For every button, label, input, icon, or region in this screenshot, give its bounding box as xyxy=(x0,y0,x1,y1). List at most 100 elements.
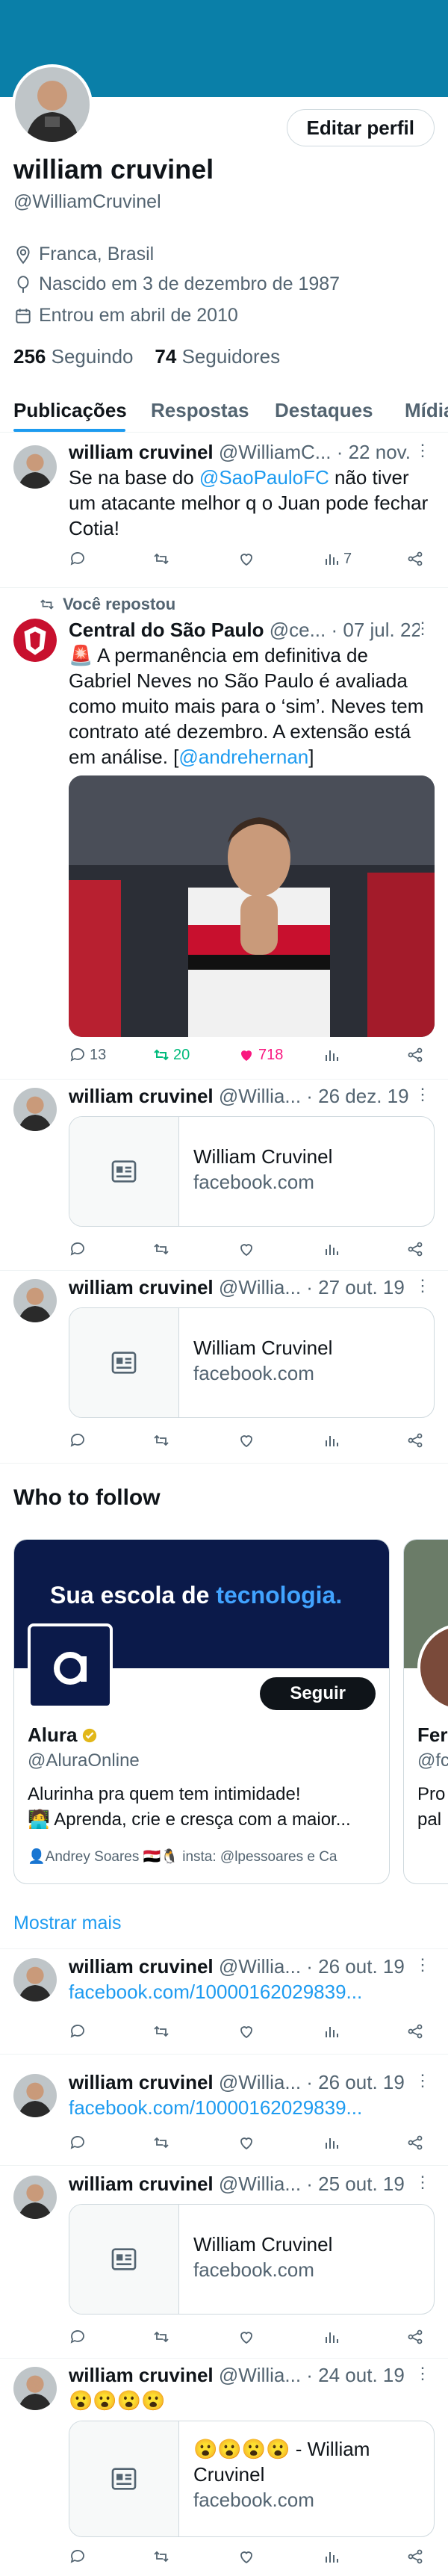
views-icon[interactable] xyxy=(323,2548,340,2566)
tab-highlights[interactable]: Destaques xyxy=(275,399,373,422)
views-icon[interactable] xyxy=(323,1431,340,1449)
views-icon[interactable] xyxy=(323,2134,340,2152)
share-icon[interactable] xyxy=(406,1431,424,1449)
repost-icon[interactable] xyxy=(152,2548,170,2566)
share-icon[interactable] xyxy=(406,2134,424,2152)
avatar[interactable] xyxy=(13,619,57,662)
views-icon[interactable]: 7 xyxy=(323,550,352,568)
share-icon[interactable] xyxy=(406,2548,424,2566)
post[interactable]: william cruvinel @Willia... · 24 out. 19… xyxy=(0,2358,448,2576)
follow-button[interactable]: Seguir xyxy=(260,1677,376,1710)
share-icon[interactable] xyxy=(406,1240,424,1258)
like-icon[interactable]: 718 xyxy=(237,1046,283,1064)
repost-icon[interactable]: 20 xyxy=(152,1046,190,1064)
link-card[interactable]: William Cruvinel facebook.com xyxy=(69,1116,435,1227)
like-icon[interactable] xyxy=(237,1431,255,1449)
suggestion-followed-by: 👤Andrey Soares 🇪🇬🐧 insta: @lpessoares e … xyxy=(28,1849,337,1865)
reply-icon[interactable] xyxy=(69,2548,87,2566)
post-header: william cruvinel @Willia... · 26 out. 19 xyxy=(69,1955,405,1978)
post-actions xyxy=(69,1431,427,1454)
alura-logo[interactable] xyxy=(28,1623,113,1709)
repost-icon[interactable] xyxy=(152,2134,170,2152)
share-icon[interactable] xyxy=(406,1046,424,1064)
share-icon[interactable] xyxy=(406,2022,424,2040)
repost-icon[interactable] xyxy=(152,2022,170,2040)
like-icon[interactable] xyxy=(237,2548,255,2566)
more-icon[interactable]: ⋮ xyxy=(414,619,432,638)
avatar[interactable] xyxy=(13,445,57,489)
show-more-link[interactable]: Mostrar mais xyxy=(13,1913,121,1934)
more-icon[interactable]: ⋮ xyxy=(414,1085,432,1104)
more-icon[interactable]: ⋮ xyxy=(414,2173,432,2192)
mention-link[interactable]: @andrehernan xyxy=(178,746,308,768)
post[interactable]: william cruvinel @Willia... · 26 dez. 19… xyxy=(0,1079,448,1271)
post-actions xyxy=(69,2022,427,2045)
following-link[interactable]: 256 Seguindo xyxy=(13,345,134,368)
card-domain: facebook.com xyxy=(193,2258,314,2281)
repost-icon[interactable] xyxy=(152,2328,170,2346)
tab-posts[interactable]: Publicações xyxy=(13,399,127,422)
repost-icon[interactable] xyxy=(152,1240,170,1258)
post-actions xyxy=(69,2328,427,2350)
link-card[interactable]: William Cruvinel facebook.com xyxy=(69,1307,435,1418)
views-icon[interactable] xyxy=(323,1240,340,1258)
post-photo[interactable] xyxy=(69,775,435,1037)
avatar[interactable] xyxy=(13,2176,57,2219)
follow-suggestion-card[interactable]: Fer @fc Pro pal xyxy=(403,1539,448,1884)
repost-icon[interactable] xyxy=(152,1431,170,1449)
post-link[interactable]: facebook.com/10000162029839... xyxy=(69,1979,435,2004)
more-icon[interactable]: ⋮ xyxy=(414,2364,432,2383)
link-card[interactable]: 😮😮😮😮 - William Cruvinel facebook.com xyxy=(69,2421,435,2537)
views-icon[interactable] xyxy=(323,2328,340,2346)
like-icon[interactable] xyxy=(237,1240,255,1258)
reply-icon[interactable] xyxy=(69,1431,87,1449)
avatar[interactable] xyxy=(13,1088,57,1131)
more-icon[interactable]: ⋮ xyxy=(414,2071,432,2090)
avatar[interactable] xyxy=(13,2367,57,2410)
more-icon[interactable]: ⋮ xyxy=(414,1276,432,1295)
reply-icon[interactable] xyxy=(69,2022,87,2040)
follow-suggestion-card[interactable]: Sua escola de tecnologia. Seguir Alura @… xyxy=(13,1539,390,1884)
who-to-follow-title: Who to follow xyxy=(13,1485,161,1510)
balloon-icon xyxy=(17,275,29,293)
mention-link[interactable]: @SaoPauloFC xyxy=(199,466,329,489)
verified-badge-icon xyxy=(83,1728,97,1742)
like-icon[interactable] xyxy=(237,2134,255,2152)
like-icon[interactable] xyxy=(237,2328,255,2346)
post-link[interactable]: facebook.com/10000162029839... xyxy=(69,2095,435,2120)
like-icon[interactable] xyxy=(237,550,255,568)
repost-icon[interactable] xyxy=(152,550,170,568)
post[interactable]: Você repostou Central do São Paulo @ce..… xyxy=(0,587,448,1080)
tab-replies[interactable]: Respostas xyxy=(151,399,249,422)
tab-media[interactable]: Mídia xyxy=(405,399,448,422)
more-icon[interactable]: ⋮ xyxy=(414,441,432,460)
views-icon[interactable] xyxy=(323,1046,340,1064)
active-tab-indicator xyxy=(13,429,125,432)
post-actions: 13 20 718 xyxy=(69,1046,427,1068)
reply-icon[interactable]: 13 xyxy=(69,1046,106,1064)
avatar[interactable] xyxy=(13,2074,57,2117)
more-icon[interactable]: ⋮ xyxy=(414,1955,432,1975)
post[interactable]: william cruvinel @Willia... · 26 out. 19… xyxy=(0,1948,448,2055)
share-icon[interactable] xyxy=(406,2328,424,2346)
post[interactable]: william cruvinel @WilliamC... · 22 nov. … xyxy=(0,433,448,588)
reply-icon[interactable] xyxy=(69,2328,87,2346)
post[interactable]: william cruvinel @Willia... · 26 out. 19… xyxy=(0,2065,448,2166)
profile-avatar[interactable] xyxy=(12,64,93,145)
reply-icon[interactable] xyxy=(69,550,87,568)
post[interactable]: william cruvinel @Willia... · 27 out. 19… xyxy=(0,1270,448,1464)
reply-icon[interactable] xyxy=(69,1240,87,1258)
post[interactable]: william cruvinel @Willia... · 25 out. 19… xyxy=(0,2167,448,2359)
share-icon[interactable] xyxy=(406,550,424,568)
birth-text: Nascido em 3 de dezembro de 1987 xyxy=(39,273,340,294)
birth-row: Nascido em 3 de dezembro de 1987 xyxy=(13,273,340,295)
avatar[interactable] xyxy=(13,1958,57,2001)
reply-icon[interactable] xyxy=(69,2134,87,2152)
like-icon[interactable] xyxy=(237,2022,255,2040)
link-card[interactable]: William Cruvinel facebook.com xyxy=(69,2204,435,2315)
avatar[interactable] xyxy=(13,1279,57,1322)
views-icon[interactable] xyxy=(323,2022,340,2040)
suggestion-name: Fer xyxy=(417,1724,448,1746)
edit-profile-button[interactable]: Editar perfil xyxy=(286,109,435,146)
followers-link[interactable]: 74 Seguidores xyxy=(155,345,280,368)
